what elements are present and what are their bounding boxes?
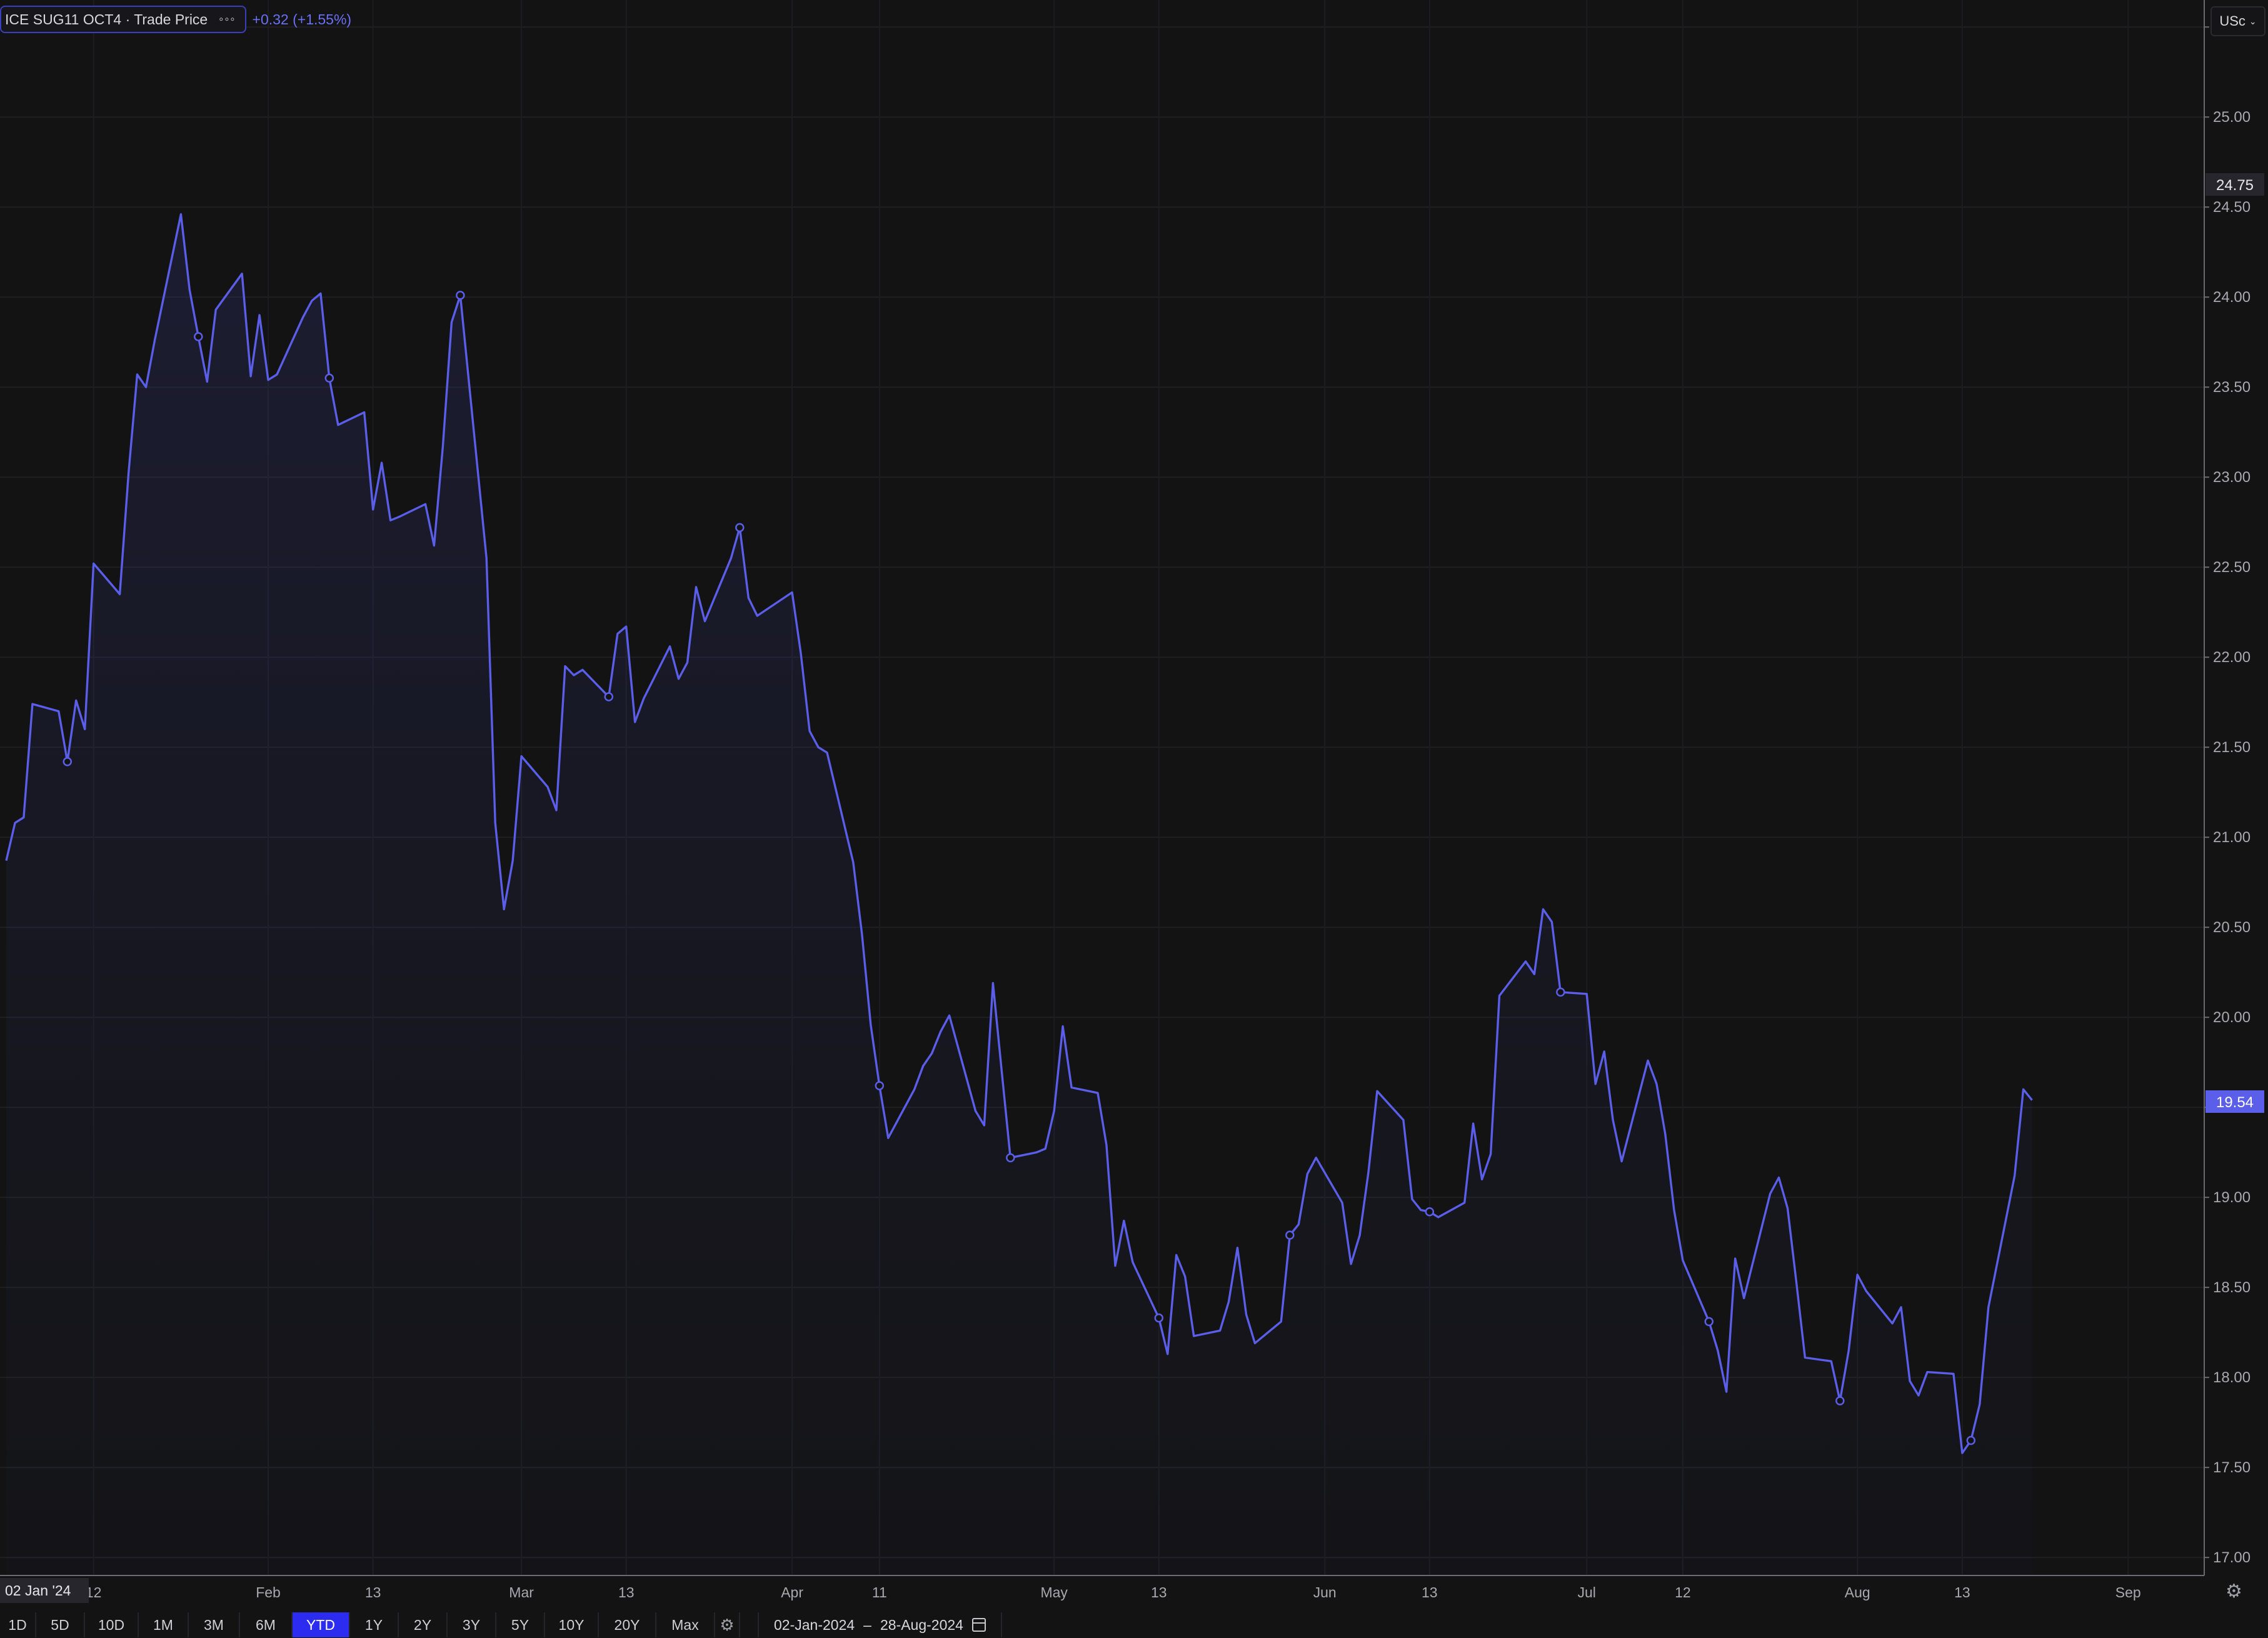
y-tick-label: 24.50 <box>2213 199 2250 216</box>
price-change: +0.32 (+1.55%) <box>252 11 352 28</box>
date-range-separator: – <box>863 1616 871 1633</box>
range-button-10y[interactable]: 10Y <box>545 1612 599 1637</box>
y-tick-label: 20.50 <box>2213 919 2250 936</box>
range-button-1m[interactable]: 1M <box>139 1612 189 1637</box>
range-button-3y[interactable]: 3Y <box>448 1612 496 1637</box>
time-range-toolbar: 1D 5D 10D 1M 3M 6M YTD 1Y 2Y 3Y 5Y 10Y 20Y Max ⚙ 02-J… <box>0 1612 2268 1638</box>
crosshair-date-tag: 02 Jan '24 <box>0 1578 89 1603</box>
price-marker <box>604 692 614 701</box>
y-tick-label: 19.00 <box>2213 1189 2250 1206</box>
price-marker <box>1835 1396 1845 1405</box>
y-tick-label: 24.00 <box>2213 289 2250 306</box>
y-tick-label: 21.00 <box>2213 829 2250 846</box>
y-tick-label: 17.00 <box>2213 1549 2250 1566</box>
x-tick-label: Jun <box>1313 1584 1337 1600</box>
x-tick-label: 13 <box>365 1584 381 1600</box>
last-price-tag: 19.54 <box>2205 1090 2264 1113</box>
range-button-6m[interactable]: 6M <box>240 1612 293 1637</box>
y-tick-label: 22.00 <box>2213 649 2250 666</box>
price-marker <box>1556 987 1565 997</box>
date-range-end: 28-Aug-2024 <box>880 1616 963 1633</box>
range-button-10d[interactable]: 10D <box>85 1612 139 1637</box>
calendar-icon <box>971 1618 986 1632</box>
y-tick-label: 17.50 <box>2213 1459 2250 1476</box>
crosshair-price-tag: 24.75 <box>2205 173 2264 196</box>
y-tick-label: 18.50 <box>2213 1279 2250 1296</box>
price-marker <box>456 291 465 300</box>
x-tick-label: 13 <box>1151 1584 1167 1600</box>
y-tick-label: 22.50 <box>2213 559 2250 576</box>
price-marker <box>1704 1317 1714 1327</box>
x-tick-label: Sep <box>2115 1584 2141 1600</box>
y-tick-label: 23.50 <box>2213 379 2250 396</box>
x-tick-label: 13 <box>1422 1584 1438 1600</box>
crosshair-date-label: 02 Jan '24 <box>5 1582 71 1599</box>
range-button-3m[interactable]: 3M <box>189 1612 240 1637</box>
instrument-label: ICE SUG11 OCT4 · Trade Price <box>5 11 208 28</box>
range-button-ytd[interactable]: YTD <box>293 1612 350 1637</box>
date-range-picker[interactable]: 02-Jan-2024 – 28-Aug-2024 <box>758 1612 1002 1637</box>
x-tick-label: Jul <box>1578 1584 1596 1600</box>
y-tick-label: 23.00 <box>2213 469 2250 486</box>
x-tick-label: 13 <box>1954 1584 1970 1600</box>
y-tick-label: 25.00 <box>2213 109 2250 126</box>
price-marker <box>1154 1313 1164 1323</box>
x-tick-label: Mar <box>509 1584 534 1600</box>
range-button-1y[interactable]: 1Y <box>350 1612 399 1637</box>
more-options-icon[interactable]: ◦◦◦ <box>219 13 236 27</box>
price-marker <box>324 373 334 383</box>
date-range-start: 02-Jan-2024 <box>774 1616 855 1633</box>
y-axis: 25.5025.0024.5024.0023.5023.0022.5022.00… <box>2204 19 2250 1566</box>
x-tick-label: 12 <box>1675 1584 1691 1600</box>
price-marker <box>735 523 745 533</box>
x-tick-label: Apr <box>781 1584 803 1600</box>
price-marker <box>875 1081 885 1090</box>
price-chart[interactable]: 25.5025.0024.5024.0023.5023.0022.5022.00… <box>0 0 2268 1638</box>
settings-icon[interactable]: ⚙ <box>2225 1580 2242 1602</box>
price-marker <box>194 332 203 341</box>
price-marker <box>1966 1435 1976 1445</box>
currency-label: USc <box>2219 13 2245 29</box>
x-tick-label: 13 <box>618 1584 635 1600</box>
x-tick-label: Aug <box>1845 1584 1870 1600</box>
x-tick-label: May <box>1040 1584 1068 1600</box>
range-settings-icon[interactable]: ⚙ <box>715 1612 740 1637</box>
price-marker <box>1006 1153 1015 1163</box>
range-button-20y[interactable]: 20Y <box>599 1612 656 1637</box>
crosshair-price-label: 24.75 <box>2216 177 2254 194</box>
price-marker <box>1425 1207 1435 1217</box>
y-tick-label: 21.50 <box>2213 739 2250 756</box>
range-button-5d[interactable]: 5D <box>36 1612 85 1637</box>
range-button-max[interactable]: Max <box>656 1612 715 1637</box>
x-tick-label: Feb <box>256 1584 281 1600</box>
x-axis: 12 Feb 13 Mar 13 Apr 11 May 13 Jun 13 Jul 12 Aug 13 Sep <box>86 1584 2141 1600</box>
range-button-1d[interactable]: 1D <box>0 1612 36 1637</box>
range-button-2y[interactable]: 2Y <box>399 1612 448 1637</box>
y-tick-label: 18.00 <box>2213 1369 2250 1386</box>
range-button-5y[interactable]: 5Y <box>496 1612 545 1637</box>
instrument-legend[interactable]: ICE SUG11 OCT4 · Trade Price ◦◦◦ <box>0 6 246 33</box>
range-button-group: 1D 5D 10D 1M 3M 6M YTD 1Y 2Y 3Y 5Y 10Y 20Y Max <box>0 1612 715 1637</box>
price-marker <box>1285 1230 1295 1240</box>
chart-legend: ICE SUG11 OCT4 · Trade Price ◦◦◦ +0.32 (… <box>0 6 351 33</box>
x-tick-label: 11 <box>872 1584 887 1600</box>
currency-selector[interactable]: USc ⌄ <box>2210 6 2265 36</box>
y-tick-label: 20.00 <box>2213 1009 2250 1026</box>
chevron-down-icon: ⌄ <box>2249 16 2257 26</box>
last-price-label: 19.54 <box>2216 1094 2254 1111</box>
price-marker <box>63 756 73 766</box>
